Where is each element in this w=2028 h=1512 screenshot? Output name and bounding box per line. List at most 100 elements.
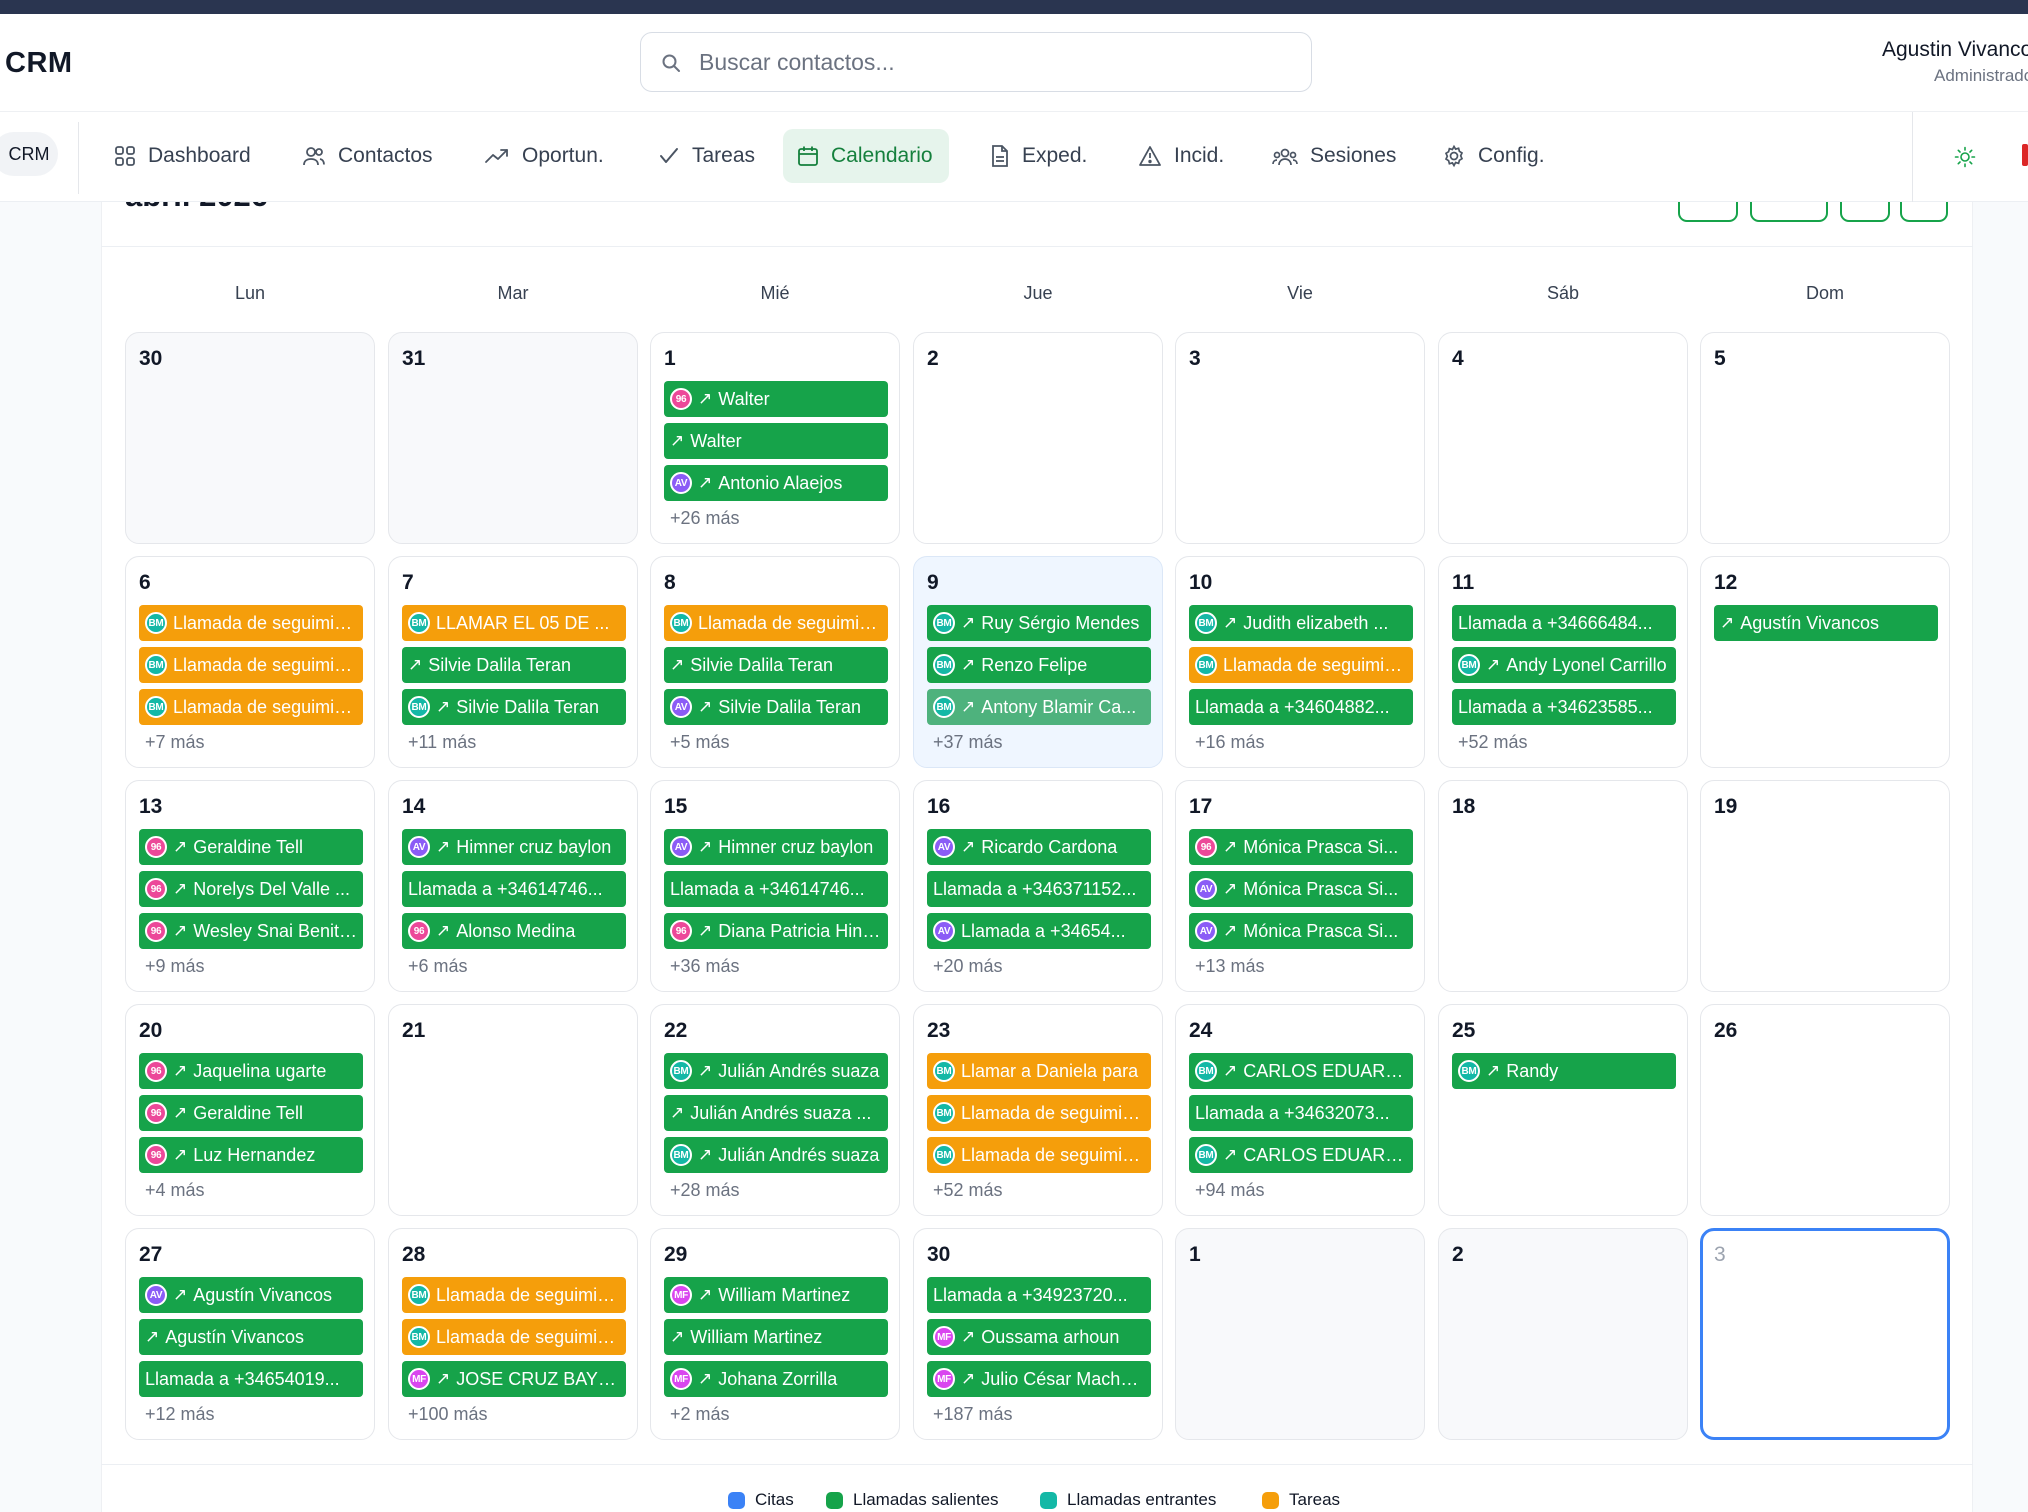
day-cell[interactable]: 23 BM Llamar a Daniela para BM Llamada de se… xyxy=(913,1004,1163,1216)
day-cell[interactable]: 24 BM ↗ CARLOS EDUARDO Llamada a +34632073..… xyxy=(1175,1004,1425,1216)
search-input[interactable] xyxy=(699,43,1289,81)
more-events-link[interactable]: +13 más xyxy=(1195,956,1265,977)
calendar-event[interactable]: BM Llamada de seguimiento xyxy=(927,1137,1151,1173)
more-events-link[interactable]: +6 más xyxy=(408,956,468,977)
crm-module-pill[interactable]: CRM xyxy=(0,132,58,176)
calendar-event[interactable]: 96 ↗ Alonso Medina xyxy=(402,913,626,949)
day-cell[interactable]: 5 xyxy=(1700,332,1950,544)
nav-dashboard[interactable]: Dashboard xyxy=(100,129,267,183)
day-cell[interactable]: 20 96 ↗ Jaquelina ugarte 96 ↗ Geraldine Tell 96… xyxy=(125,1004,375,1216)
calendar-event[interactable]: ↗ Walter xyxy=(664,423,888,459)
day-cell[interactable]: 25 BM ↗ Randy xyxy=(1438,1004,1688,1216)
calendar-event[interactable]: Llamada a +34632073... xyxy=(1189,1095,1413,1131)
calendar-event[interactable]: AV ↗ Silvie Dalila Teran xyxy=(664,689,888,725)
day-cell[interactable]: 2 xyxy=(1438,1228,1688,1440)
notification-edge[interactable] xyxy=(2022,144,2028,166)
calendar-event[interactable]: BM ↗ Judith elizabeth ... xyxy=(1189,605,1413,641)
calendar-event[interactable]: ↗ Julián Andrés suaza ... xyxy=(664,1095,888,1131)
calendar-event[interactable]: Llamada a +34614746... xyxy=(664,871,888,907)
calendar-event[interactable]: 96 ↗ Diana Patricia Hincapie xyxy=(664,913,888,949)
calendar-event[interactable]: BM ↗ Andy Lyonel Carrillo xyxy=(1452,647,1676,683)
calendar-event[interactable]: BM ↗ Julián Andrés suaza xyxy=(664,1053,888,1089)
calendar-event[interactable]: ↗ Agustín Vivancos xyxy=(139,1319,363,1355)
day-cell[interactable]: 11 Llamada a +34666484... BM ↗ Andy Lyonel C… xyxy=(1438,556,1688,768)
user-name[interactable]: Agustin Vivancos xyxy=(1882,38,2028,62)
nav-incidencias[interactable]: Incid. xyxy=(1124,129,1240,183)
calendar-event[interactable]: BM Llamada de seguimiento xyxy=(402,1277,626,1313)
calendar-event[interactable]: AV ↗ Agustín Vivancos xyxy=(139,1277,363,1313)
day-cell[interactable]: 26 xyxy=(1700,1004,1950,1216)
calendar-event[interactable]: BM ↗ Julián Andrés suaza xyxy=(664,1137,888,1173)
nav-sesiones[interactable]: Sesiones xyxy=(1258,129,1412,183)
calendar-event[interactable]: BM Llamada de seguimiento xyxy=(664,605,888,641)
day-cell[interactable]: 10 BM ↗ Judith elizabeth ... BM Llamada de se… xyxy=(1175,556,1425,768)
calendar-event[interactable]: BM ↗ Antony Blamir Ca... xyxy=(927,689,1151,725)
day-cell[interactable]: 13 96 ↗ Geraldine Tell 96 ↗ Norelys Del Valle … xyxy=(125,780,375,992)
calendar-event[interactable]: MF ↗ Johana Zorrilla xyxy=(664,1361,888,1397)
day-cell[interactable]: 22 BM ↗ Julián Andrés suaza ↗ Julián Andrés s… xyxy=(650,1004,900,1216)
calendar-event[interactable]: BM ↗ CARLOS EDUARDO xyxy=(1189,1137,1413,1173)
more-events-link[interactable]: +16 más xyxy=(1195,732,1265,753)
calendar-event[interactable]: AV ↗ Ricardo Cardona xyxy=(927,829,1151,865)
more-events-link[interactable]: +11 más xyxy=(408,732,476,753)
calendar-event[interactable]: AV Llamada a +34654... xyxy=(927,913,1151,949)
more-events-link[interactable]: +7 más xyxy=(145,732,205,753)
nav-oportunidades[interactable]: Oportun. xyxy=(470,129,620,183)
more-events-link[interactable]: +4 más xyxy=(145,1180,205,1201)
more-events-link[interactable]: +100 más xyxy=(408,1404,488,1425)
calendar-event[interactable]: BM Llamada de seguimiento xyxy=(927,1095,1151,1131)
calendar-event[interactable]: BM Llamada de seguimiento xyxy=(1189,647,1413,683)
day-cell[interactable]: 28 BM Llamada de seguimiento BM Llamada de s… xyxy=(388,1228,638,1440)
calendar-event[interactable]: MF ↗ JOSE CRUZ BAYLON xyxy=(402,1361,626,1397)
nav-config[interactable]: Config. xyxy=(1428,129,1561,183)
calendar-event[interactable]: Llamada a +34666484... xyxy=(1452,605,1676,641)
day-cell[interactable]: 14 AV ↗ Himner cruz baylon Llamada a +346147… xyxy=(388,780,638,992)
calendar-event[interactable]: MF ↗ William Martinez xyxy=(664,1277,888,1313)
nav-calendario[interactable]: Calendario xyxy=(783,129,949,183)
more-events-link[interactable]: +12 más xyxy=(145,1404,215,1425)
more-events-link[interactable]: +94 más xyxy=(1195,1180,1265,1201)
day-cell[interactable]: 2 xyxy=(913,332,1163,544)
calendar-event[interactable]: Llamada a +34654019... xyxy=(139,1361,363,1397)
calendar-event[interactable]: Llamada a +34923720... xyxy=(927,1277,1151,1313)
calendar-event[interactable]: 96 ↗ Walter xyxy=(664,381,888,417)
calendar-event[interactable]: 96 ↗ Geraldine Tell xyxy=(139,829,363,865)
calendar-event[interactable]: 96 ↗ Geraldine Tell xyxy=(139,1095,363,1131)
day-cell[interactable]: 18 xyxy=(1438,780,1688,992)
more-events-link[interactable]: +26 más xyxy=(670,508,740,529)
day-cell[interactable]: 31 xyxy=(388,332,638,544)
calendar-event[interactable]: 96 ↗ Wesley Snai Benitez xyxy=(139,913,363,949)
calendar-event[interactable]: BM Llamar a Daniela para xyxy=(927,1053,1151,1089)
calendar-event[interactable]: MF ↗ Oussama arhoun xyxy=(927,1319,1151,1355)
calendar-event[interactable]: Llamada a +346371152... xyxy=(927,871,1151,907)
day-cell[interactable]: 30 Llamada a +34923720... MF ↗ Oussama arhou… xyxy=(913,1228,1163,1440)
more-events-link[interactable]: +2 más xyxy=(670,1404,730,1425)
more-events-link[interactable]: +36 más xyxy=(670,956,740,977)
day-cell[interactable]: 1 96 ↗ Walter ↗ Walter AV ↗ Antonio Alaejos +26 m… xyxy=(650,332,900,544)
nav-expedientes[interactable]: Exped. xyxy=(976,129,1103,183)
calendar-event[interactable]: BM ↗ CARLOS EDUARDO xyxy=(1189,1053,1413,1089)
calendar-event[interactable]: 96 ↗ Mónica Prasca Si... xyxy=(1189,829,1413,865)
calendar-event[interactable]: BM ↗ Renzo Felipe xyxy=(927,647,1151,683)
calendar-event[interactable]: MF ↗ Julio César Machado xyxy=(927,1361,1151,1397)
day-cell[interactable]: 15 AV ↗ Himner cruz baylon Llamada a +346147… xyxy=(650,780,900,992)
calendar-event[interactable]: Llamada a +34623585... xyxy=(1452,689,1676,725)
day-cell[interactable]: 12 ↗ Agustín Vivancos xyxy=(1700,556,1950,768)
calendar-event[interactable]: BM ↗ Ruy Sérgio Mendes xyxy=(927,605,1151,641)
calendar-event[interactable]: AV ↗ Himner cruz baylon xyxy=(402,829,626,865)
more-events-link[interactable]: +37 más xyxy=(933,732,1003,753)
day-cell[interactable]: 1 xyxy=(1175,1228,1425,1440)
sun-icon[interactable] xyxy=(1954,146,1976,168)
calendar-event[interactable]: BM ↗ Silvie Dalila Teran xyxy=(402,689,626,725)
calendar-event[interactable]: BM Llamada de seguimiento xyxy=(139,689,363,725)
more-events-link[interactable]: +9 más xyxy=(145,956,205,977)
day-cell[interactable]: 17 96 ↗ Mónica Prasca Si... AV ↗ Mónica Prasca… xyxy=(1175,780,1425,992)
more-events-link[interactable]: +20 más xyxy=(933,956,1003,977)
day-cell[interactable]: 3 xyxy=(1700,1228,1950,1440)
calendar-event[interactable]: BM Llamada de seguimiento xyxy=(139,647,363,683)
calendar-event[interactable]: BM Llamada de seguimiento xyxy=(402,1319,626,1355)
nav-contactos[interactable]: Contactos xyxy=(288,129,449,183)
day-cell[interactable]: 7 BM LLAMAR EL 05 DE ... ↗ Silvie Dalila Ter… xyxy=(388,556,638,768)
calendar-event[interactable]: AV ↗ Antonio Alaejos xyxy=(664,465,888,501)
day-cell[interactable]: 29 MF ↗ William Martinez ↗ William Martinez MF… xyxy=(650,1228,900,1440)
